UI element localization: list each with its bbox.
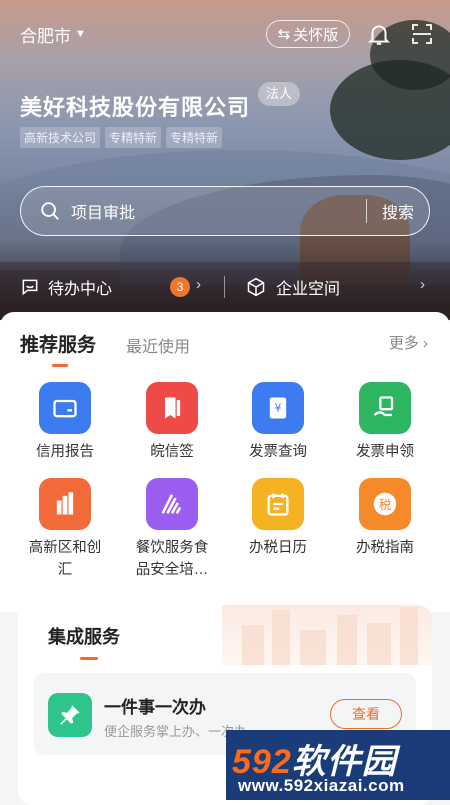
company-tag: 专精特新: [166, 127, 223, 148]
company-name: 美好科技股份有限公司: [20, 95, 251, 120]
view-button[interactable]: 查看: [330, 699, 402, 729]
invoice-icon: ¥: [252, 382, 304, 434]
tax-guide-icon: 税: [359, 478, 411, 530]
service-label: 发票申领: [356, 444, 414, 460]
service-label: 信用报告: [36, 444, 94, 460]
services-card: 推荐服务 最近使用 更多 › 信用报告 皖信签 ¥ 发票查询 发票申领 高新区和…: [0, 312, 450, 612]
search-input[interactable]: 项目审批: [71, 199, 366, 223]
building-icon: [39, 478, 91, 530]
message-icon: [22, 279, 38, 296]
service-label: 办税日历: [249, 540, 307, 556]
cube-icon: [247, 277, 265, 297]
city-selector[interactable]: 合肥市 ▼: [20, 22, 86, 47]
scan-icon[interactable]: [410, 22, 434, 46]
service-item[interactable]: 高新区和创 汇: [10, 478, 120, 581]
service-item[interactable]: 办税日历: [223, 478, 333, 559]
bell-icon[interactable]: [366, 20, 392, 48]
pin-icon: [48, 693, 92, 737]
chevron-right-icon: ›: [423, 335, 428, 352]
care-mode-label: 关怀版: [293, 26, 339, 44]
service-label: 餐饮服务食 品安全培…: [135, 540, 209, 578]
quickbar-divider: [224, 276, 225, 298]
chevron-right-icon: ›: [196, 276, 201, 293]
company-tags: 高新技术公司 专精特新 专精特新: [20, 127, 223, 148]
stripes-icon: [146, 478, 198, 530]
service-item[interactable]: 信用报告: [10, 382, 120, 463]
title-underline: [80, 657, 98, 660]
todo-center-link[interactable]: 待办中心: [20, 275, 112, 299]
search-icon: [41, 202, 59, 220]
hand-invoice-icon: [359, 382, 411, 434]
service-item[interactable]: 发票申领: [330, 382, 440, 463]
swap-icon: ⇆: [277, 26, 291, 43]
more-link[interactable]: 更多 ›: [389, 332, 428, 353]
search-bar[interactable]: 项目审批 搜索: [20, 186, 430, 236]
services-tabs: 推荐服务 最近使用: [20, 330, 190, 367]
svg-text:税: 税: [379, 497, 392, 512]
skyline-decoration: [222, 605, 432, 665]
search-button[interactable]: 搜索: [367, 199, 429, 223]
service-label: 发票查询: [249, 444, 307, 460]
chevron-right-icon: ›: [420, 276, 425, 293]
watermark-url: www.592xiazai.com: [238, 776, 405, 795]
service-label: 办税指南: [356, 540, 414, 556]
legal-person-tag: 法人: [258, 82, 301, 106]
quick-bar: 待办中心 3 › 企业空间 ›: [0, 262, 450, 312]
service-label: 皖信签: [150, 444, 194, 460]
care-mode-button[interactable]: ⇆ 关怀版: [266, 20, 350, 48]
watermark-logo: 592软件园 www.592xiazai.com: [226, 730, 450, 800]
credit-card-icon: [39, 382, 91, 434]
more-label: 更多: [388, 335, 419, 352]
integrated-title: 集成服务: [48, 627, 120, 647]
top-bar: 合肥市 ▼ ⇆ 关怀版: [20, 18, 432, 50]
svg-text:¥: ¥: [275, 403, 282, 415]
company-tag: 高新技术公司: [20, 127, 101, 148]
service-item[interactable]: 餐饮服务食 品安全培…: [117, 478, 227, 581]
service-item[interactable]: ¥ 发票查询: [223, 382, 333, 463]
enterprise-space-link[interactable]: 企业空间: [246, 275, 340, 299]
todo-count-badge: 3: [170, 277, 190, 297]
caret-down-icon: ▼: [75, 28, 86, 40]
tab-recommended[interactable]: 推荐服务: [20, 330, 96, 367]
calendar-icon: [252, 478, 304, 530]
tab-recent[interactable]: 最近使用: [126, 333, 190, 357]
bookmark-icon: [146, 382, 198, 434]
service-item[interactable]: 皖信签: [117, 382, 227, 463]
city-name: 合肥市: [20, 26, 71, 46]
service-label: 高新区和创 汇: [28, 540, 102, 578]
space-label: 企业空间: [276, 281, 341, 298]
service-item[interactable]: 税 办税指南: [330, 478, 440, 559]
todo-label: 待办中心: [48, 281, 113, 298]
company-tag: 专精特新: [105, 127, 162, 148]
item-title: 一件事一次办: [104, 698, 206, 717]
